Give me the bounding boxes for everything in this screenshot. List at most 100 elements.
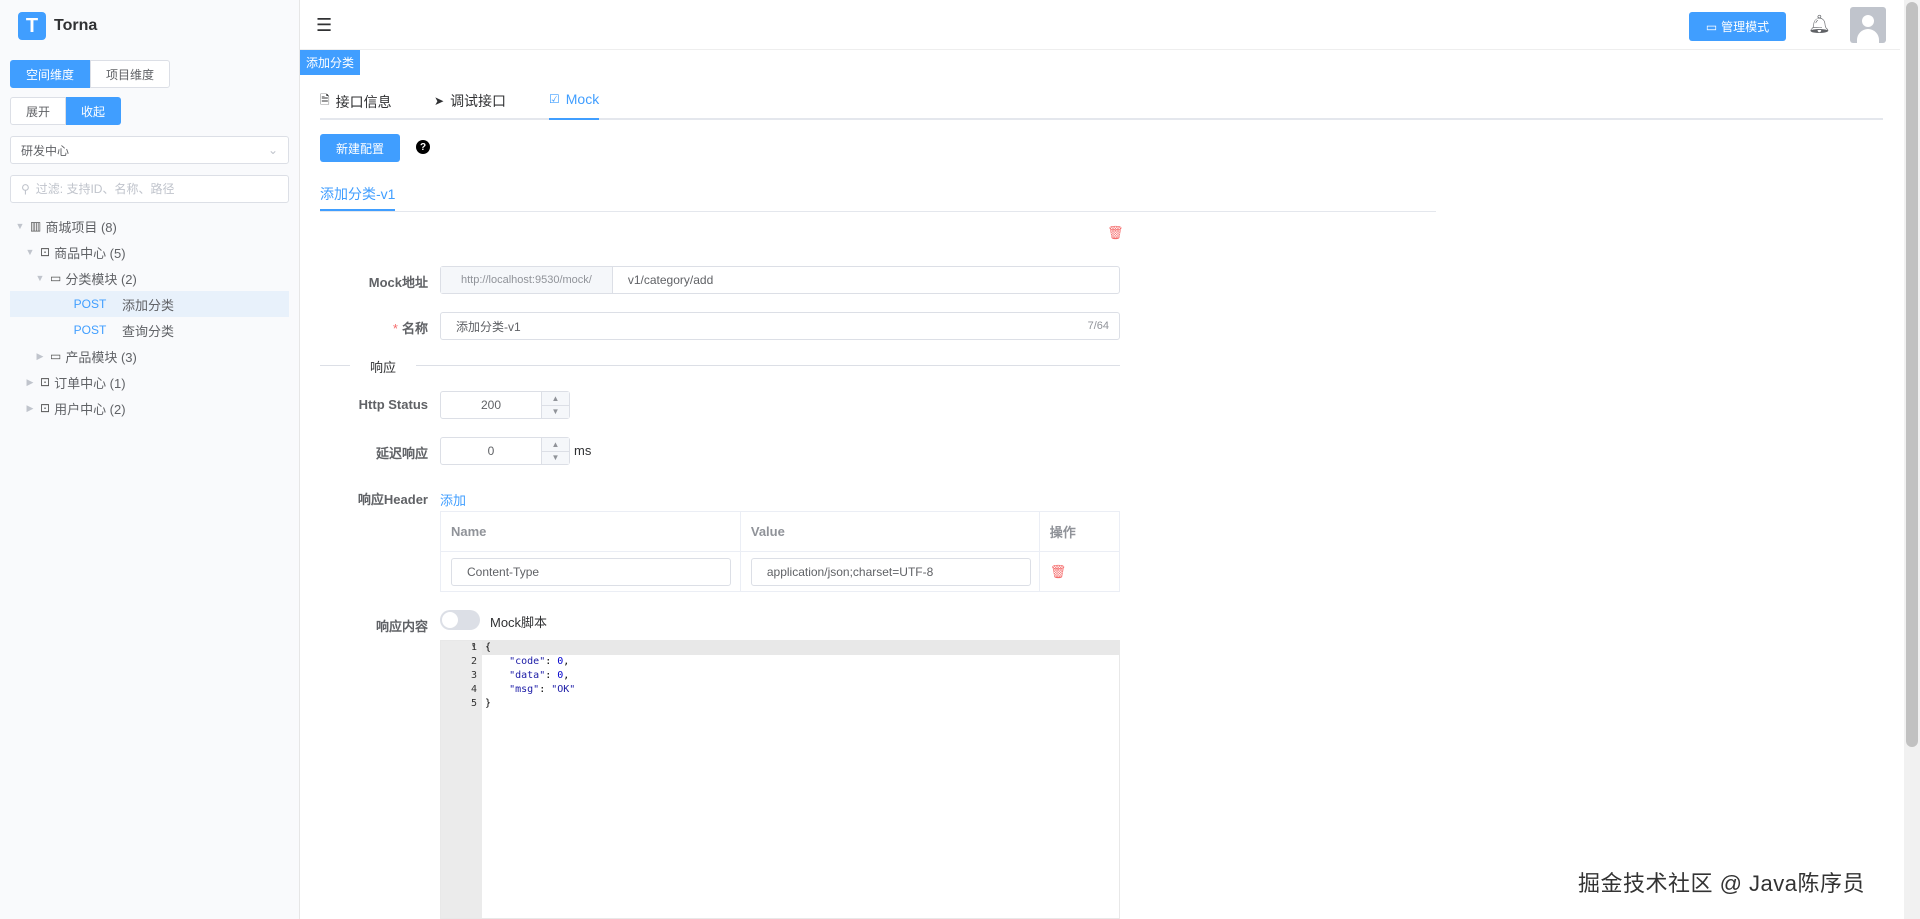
tree-node-label: 添加分类 — [122, 297, 175, 313]
tab-debug[interactable]: ➤ 调试接口 — [434, 91, 506, 111]
header-name-input[interactable]: Content-Type — [451, 557, 731, 586]
decrease-icon[interactable]: ▼ — [542, 451, 569, 464]
name-label: * 名称 — [340, 318, 428, 337]
tree-node-module[interactable]: ▼ ⊡ 商品中心 (5) — [10, 239, 289, 265]
open-tab-tag[interactable]: 添加分类 — [300, 50, 361, 75]
expand-button[interactable]: 展开 — [10, 97, 67, 125]
tree-node-label: 订单中心 (1) — [54, 375, 126, 391]
method-tag: POST — [73, 323, 107, 337]
column-header: 操作 — [1038, 511, 1121, 552]
top-header: ☰ ▭ 管理模式 🔔︎ — [300, 0, 1900, 50]
delete-row-icon[interactable]: 🗑︎ — [1050, 564, 1067, 579]
name-value: 添加分类-v1 — [456, 319, 521, 334]
search-icon: ⚲ — [21, 182, 30, 196]
avatar[interactable] — [1850, 7, 1886, 43]
tree-node-label: 商品中心 (5) — [54, 245, 126, 261]
line-number: 4 — [470, 684, 477, 695]
required-mark: * — [392, 321, 398, 336]
increase-icon[interactable]: ▲ — [542, 392, 569, 406]
mock-script-label: Mock脚本 — [490, 615, 548, 630]
tree-node-label: 产品模块 (3) — [65, 349, 137, 365]
bell-icon[interactable]: 🔔︎ — [1808, 14, 1831, 35]
table-row: Content-Type application/json;charset=UT… — [440, 551, 1121, 592]
tree-node-module[interactable]: ▶ ⊡ 用户中心 (2) — [10, 395, 289, 421]
code-editor[interactable]: 1 ▾ 2 3 4 5 { "code": 0, "data": 0, "msg… — [440, 640, 1120, 919]
caret-right-icon[interactable]: ▶ — [34, 351, 46, 362]
add-header-link[interactable]: 添加 — [440, 490, 466, 509]
chevron-down-icon: ⌄ — [267, 143, 278, 157]
help-icon[interactable]: ? — [416, 140, 430, 154]
tree-node-label: 查询分类 — [122, 323, 175, 339]
watermark: 掘金技术社区 @ Java陈序员 — [1578, 871, 1866, 896]
http-status-input[interactable]: 200 ▲ ▼ — [440, 391, 570, 419]
code-line: } — [485, 698, 492, 709]
address-prefix: http://localhost:9530/mock/ — [441, 267, 613, 293]
expand-toggle: 展开 收起 — [10, 97, 122, 125]
tab-mock[interactable]: ☑ Mock — [549, 91, 599, 107]
space-select-value: 研发中心 — [21, 143, 70, 158]
code-line: "code": 0, — [509, 656, 570, 667]
tree-node-api[interactable]: POST 添加分类 — [10, 291, 289, 317]
caret-down-icon[interactable]: ▼ — [14, 221, 26, 231]
folder-icon: ▭ — [50, 271, 62, 285]
tab-label: 接口信息 — [335, 93, 392, 110]
monitor-icon: ▭ — [1705, 19, 1718, 34]
caret-right-icon[interactable]: ▶ — [24, 403, 36, 414]
mock-icon: ☑ — [549, 92, 560, 106]
fold-icon[interactable]: ▾ — [472, 642, 476, 650]
dimension-toggle: 空间维度 项目维度 — [10, 60, 171, 88]
filter-box: ⚲ — [10, 175, 289, 203]
collapse-button[interactable]: 收起 — [66, 97, 122, 125]
editor-gutter — [441, 641, 482, 918]
increase-icon[interactable]: ▲ — [542, 438, 569, 452]
active-tab-indicator — [549, 118, 599, 120]
delay-label: 延迟响应 — [375, 446, 428, 461]
mock-script-switch[interactable] — [440, 610, 480, 630]
address-label: Mock地址 — [368, 275, 428, 290]
line-number: 2 — [470, 656, 477, 667]
column-header: Name — [440, 511, 741, 552]
filter-input[interactable] — [35, 182, 266, 196]
admin-mode-label: 管理模式 — [1721, 20, 1770, 34]
sidebar: T Torna 空间维度 项目维度 展开 收起 研发中心 ⌄ ⚲ ▼ ▥ 商城项… — [0, 0, 300, 919]
code-line: "msg": "OK" — [509, 684, 576, 695]
space-dimension-button[interactable]: 空间维度 — [10, 60, 91, 88]
config-tab[interactable]: 添加分类-v1 — [320, 184, 395, 204]
line-number: 3 — [470, 670, 477, 681]
address-path-input[interactable]: v1/category/add — [628, 273, 713, 287]
api-tabs: 🗎 接口信息 ➤ 调试接口 ☑ Mock — [320, 87, 1883, 120]
tree-node-folder[interactable]: ▼ ▭ 分类模块 (2) — [10, 265, 289, 291]
header-table: Name Value 操作 Content-Type application/j… — [440, 511, 1121, 592]
send-icon: ➤ — [434, 94, 445, 108]
project-icon: ▥ — [30, 219, 42, 233]
admin-mode-button[interactable]: ▭ 管理模式 — [1689, 12, 1786, 41]
delete-config-icon[interactable]: 🗑︎ — [1107, 225, 1124, 241]
new-config-button[interactable]: 新建配置 — [320, 134, 400, 162]
caret-down-icon[interactable]: ▼ — [24, 247, 36, 257]
project-dimension-button[interactable]: 项目维度 — [90, 60, 171, 88]
response-content-label: 响应内容 — [375, 619, 428, 634]
tree-node-api[interactable]: POST 查询分类 — [10, 317, 289, 343]
caret-right-icon[interactable]: ▶ — [24, 377, 36, 388]
name-char-count: 7/64 — [1087, 320, 1109, 332]
tab-info[interactable]: 🗎 接口信息 — [320, 91, 392, 112]
folder-icon: ▭ — [50, 349, 62, 363]
caret-down-icon[interactable]: ▼ — [34, 273, 46, 283]
space-select[interactable]: 研发中心 ⌄ — [10, 136, 289, 164]
name-label-text: 名称 — [401, 321, 428, 336]
page-scrollbar-thumb[interactable] — [1906, 2, 1918, 747]
decrease-icon[interactable]: ▼ — [542, 405, 569, 418]
response-divider — [320, 365, 1120, 366]
tree-node-project[interactable]: ▼ ▥ 商城项目 (8) — [10, 213, 289, 239]
method-tag: POST — [73, 297, 107, 311]
document-icon: 🗎 — [320, 93, 330, 107]
delay-input[interactable]: 0 ▲ ▼ — [440, 437, 570, 465]
name-input[interactable]: 添加分类-v1 7/64 — [440, 312, 1120, 340]
tree-node-folder[interactable]: ▶ ▭ 产品模块 (3) — [10, 343, 289, 369]
header-value-input[interactable]: application/json;charset=UTF-8 — [750, 557, 1031, 586]
http-status-value: 200 — [480, 398, 502, 412]
app-title: Torna — [54, 17, 98, 34]
tree-node-module[interactable]: ▶ ⊡ 订单中心 (1) — [10, 369, 289, 395]
tree-node-label: 用户中心 (2) — [54, 401, 126, 417]
menu-fold-icon[interactable]: ☰ — [316, 15, 332, 36]
